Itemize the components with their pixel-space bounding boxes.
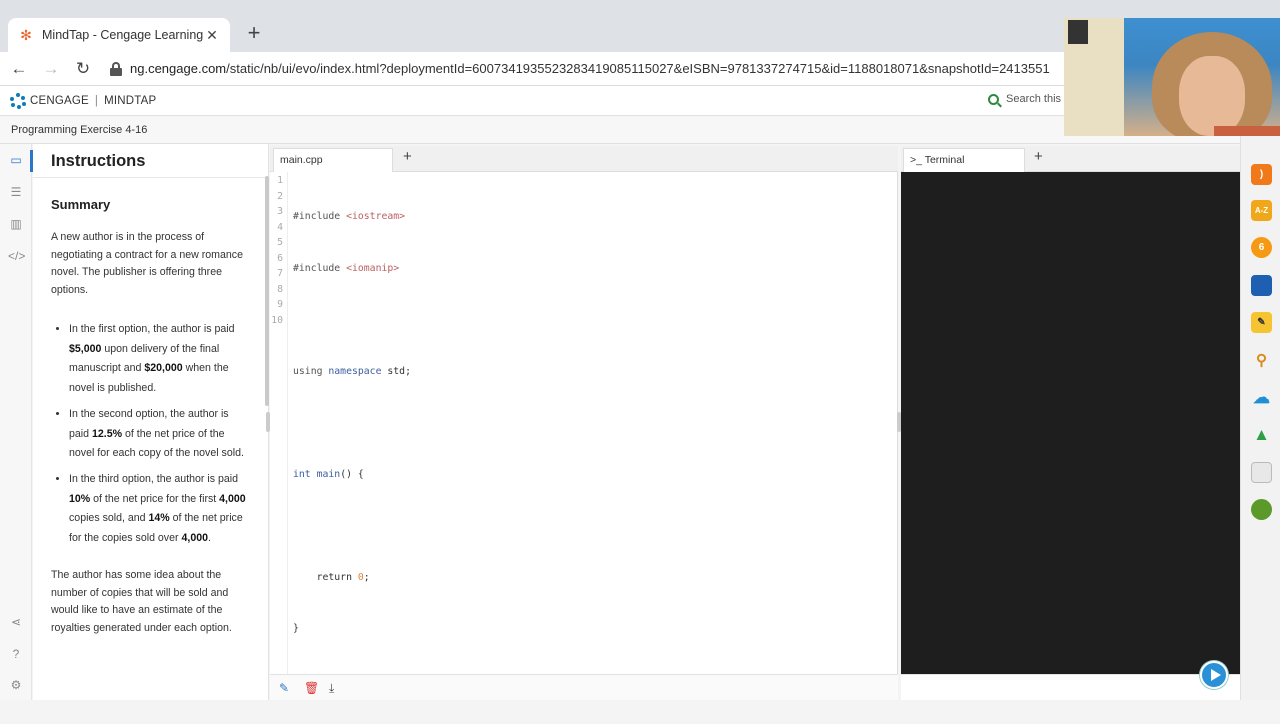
line-number: 5: [277, 237, 283, 248]
options-list: In the first option, the author is paid …: [51, 320, 250, 549]
line-number: 4: [277, 221, 283, 233]
instructions-scrollbar[interactable]: [265, 176, 269, 406]
pencil-icon[interactable]: ✎: [279, 681, 289, 695]
line-number: 8: [277, 283, 283, 295]
tab-main-cpp[interactable]: main.cpp: [273, 148, 393, 172]
instructions-heading: Instructions: [33, 144, 268, 178]
close-tab-icon[interactable]: ✕: [204, 27, 220, 44]
share-icon[interactable]: ⋖: [8, 614, 24, 630]
a-z-icon[interactable]: A-Z: [1251, 200, 1272, 221]
chart-icon[interactable]: ▥: [8, 216, 24, 232]
line-number: 6: [277, 252, 283, 264]
settings-icon[interactable]: ⚙: [8, 677, 24, 693]
code-line: #include <iostream>: [293, 211, 406, 222]
rss-icon[interactable]: ): [1251, 164, 1272, 185]
cengage-favicon-icon: ✻: [20, 26, 32, 43]
brand-divider: |: [94, 94, 99, 107]
address-bar[interactable]: ng.cengage.com/static/nb/ui/evo/index.ht…: [130, 61, 1060, 76]
lock-icon[interactable]: [110, 61, 122, 76]
page-icon[interactable]: [1251, 462, 1272, 483]
code-line: #include <iomanip>: [293, 262, 400, 274]
line-number: 1: [277, 175, 283, 186]
instructions-body: Summary A new author is in the process o…: [33, 178, 268, 638]
code-line: int main() {: [293, 468, 364, 480]
search-icon: [988, 93, 999, 105]
line-number: 9: [277, 299, 283, 310]
editor-footer: ✎ 🗑 ⤓: [270, 674, 898, 700]
cengage-logo-icon: [10, 92, 26, 109]
search-box[interactable]: Search this c: [988, 93, 1070, 105]
back-icon[interactable]: ←: [6, 56, 32, 82]
code-line: using namespace std;: [293, 365, 411, 377]
add-terminal-button[interactable]: +: [1034, 148, 1043, 165]
browser-tab[interactable]: ✻ MindTap - Cengage Learning ✕: [8, 18, 230, 52]
terminal-tabbar: >_ Terminal +: [901, 146, 1240, 172]
app-dock: ) A-Z 6 ✎ ⚲ ☁ ▲: [1240, 136, 1280, 700]
search-placeholder: Search this c: [1006, 93, 1070, 105]
product-name: MINDTAP: [104, 94, 157, 107]
terminal-tab-label: Terminal: [924, 154, 965, 166]
code-line: }: [293, 623, 299, 634]
circle-app-icon[interactable]: [1251, 499, 1272, 520]
cengage-logo[interactable]: CENGAGE | MINDTAP: [10, 92, 157, 109]
download-icon[interactable]: ⤓: [329, 681, 334, 696]
add-file-button[interactable]: +: [403, 148, 412, 165]
option-item: In the second option, the author is paid…: [69, 405, 250, 464]
list-icon[interactable]: ☰: [8, 184, 24, 200]
run-button[interactable]: [1200, 661, 1228, 689]
bottom-bar: [0, 700, 1280, 720]
reload-icon[interactable]: ↻: [70, 56, 96, 82]
option-item: In the first option, the author is paid …: [69, 320, 250, 399]
notes-icon[interactable]: ✎: [1251, 312, 1272, 333]
signal-icon[interactable]: ⚲: [1251, 350, 1272, 371]
terminal-prompt-icon: >_: [910, 154, 922, 166]
six-icon[interactable]: 6: [1251, 237, 1272, 258]
closing-paragraph: The author has some idea about the numbe…: [51, 568, 232, 635]
code-icon[interactable]: </>: [8, 248, 25, 264]
cloud-icon[interactable]: ☁: [1251, 387, 1272, 408]
book-icon[interactable]: [1251, 275, 1272, 296]
url-path: /static/nb/ui/evo/index.html?deploymentI…: [226, 61, 1050, 76]
option-item: In the third option, the author is paid …: [69, 470, 250, 549]
code-content[interactable]: #include <iostream> #include <iomanip> u…: [293, 173, 411, 724]
left-icon-rail: ▭ ☰ ▥ </> ⋖ ? ⚙: [0, 144, 32, 700]
new-tab-button[interactable]: +: [243, 22, 265, 44]
tab-terminal[interactable]: >_ Terminal: [903, 148, 1025, 172]
help-icon[interactable]: ?: [8, 646, 24, 662]
terminal-footer: [901, 674, 1240, 700]
code-editor[interactable]: 1 2 3 4 5 6 7 8 9 10 #include <iostream>…: [270, 172, 898, 674]
line-number: 10: [271, 314, 283, 326]
terminal-output[interactable]: [901, 172, 1240, 674]
book-icon[interactable]: ▭: [8, 152, 24, 168]
drive-icon[interactable]: ▲: [1251, 424, 1272, 445]
intro-paragraph: A new author is in the process of negoti…: [51, 230, 243, 297]
summary-heading: Summary: [51, 197, 111, 212]
webcam-overlay: [1064, 18, 1280, 136]
instructions-panel: Instructions Summary A new author is in …: [33, 144, 269, 700]
editor-tabbar: main.cpp +: [270, 146, 898, 172]
line-number: 2: [277, 190, 283, 202]
line-number: 3: [277, 206, 283, 217]
tab-title: MindTap - Cengage Learning: [42, 28, 204, 42]
url-host: ng.cengage.com: [130, 61, 227, 76]
trash-icon[interactable]: 🗑: [304, 681, 319, 695]
code-line: return 0;: [316, 571, 370, 583]
line-gutter: 1 2 3 4 5 6 7 8 9 10: [270, 172, 288, 674]
forward-icon[interactable]: →: [38, 56, 64, 82]
line-number: 7: [277, 268, 283, 279]
brand-name: CENGAGE: [30, 94, 89, 107]
